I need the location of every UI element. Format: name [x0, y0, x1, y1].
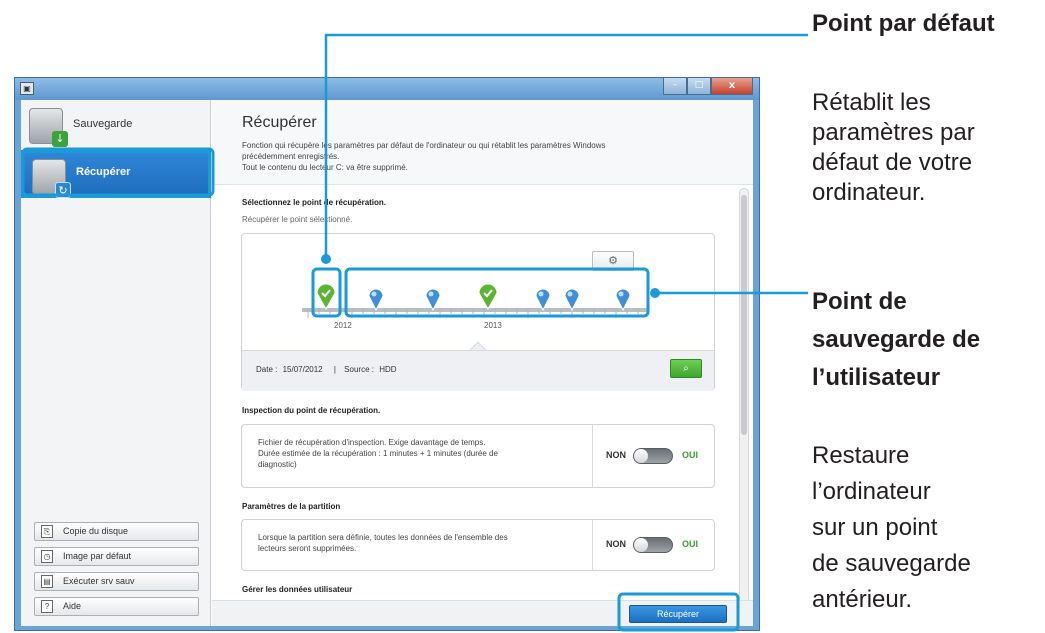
- annotation-line: paramètres par: [812, 119, 975, 146]
- annotation-body-user-point: Restaure l’ordinateur sur un point de sa…: [812, 438, 971, 618]
- annotation-line: Restaure: [812, 442, 910, 469]
- annotation-line: l’utilisateur: [812, 364, 941, 391]
- annotation-body-default-point: Rétablit les paramètres par défaut de vo…: [812, 88, 975, 208]
- highlight-recover-button: [617, 592, 740, 632]
- leader-dot-user-points: [650, 288, 660, 298]
- annotation-line: de sauvegarde: [812, 550, 971, 577]
- leader-line-default-point: [324, 33, 808, 257]
- annotation-line: défaut de votre: [812, 149, 973, 176]
- annotation-title-default-point: Point par défaut: [812, 10, 995, 37]
- annotation-line: l’ordinateur: [812, 478, 931, 505]
- leader-dot-default-point: [321, 254, 331, 264]
- annotation-line: Rétablit les: [812, 89, 931, 116]
- highlight-user-points: [344, 267, 650, 318]
- annotation-line: sauvegarde de: [812, 326, 981, 353]
- annotation-line: sur un point: [812, 514, 938, 541]
- annotation-title-user-point: Point de sauvegarde de l’utilisateur: [812, 283, 980, 397]
- annotation-line: antérieur.: [812, 586, 913, 613]
- highlight-default-point: [311, 267, 342, 318]
- annotation-line: ordinateur.: [812, 179, 926, 206]
- annotation-line: Point de: [812, 288, 907, 315]
- highlight-sidebar-recuperer: [21, 147, 215, 197]
